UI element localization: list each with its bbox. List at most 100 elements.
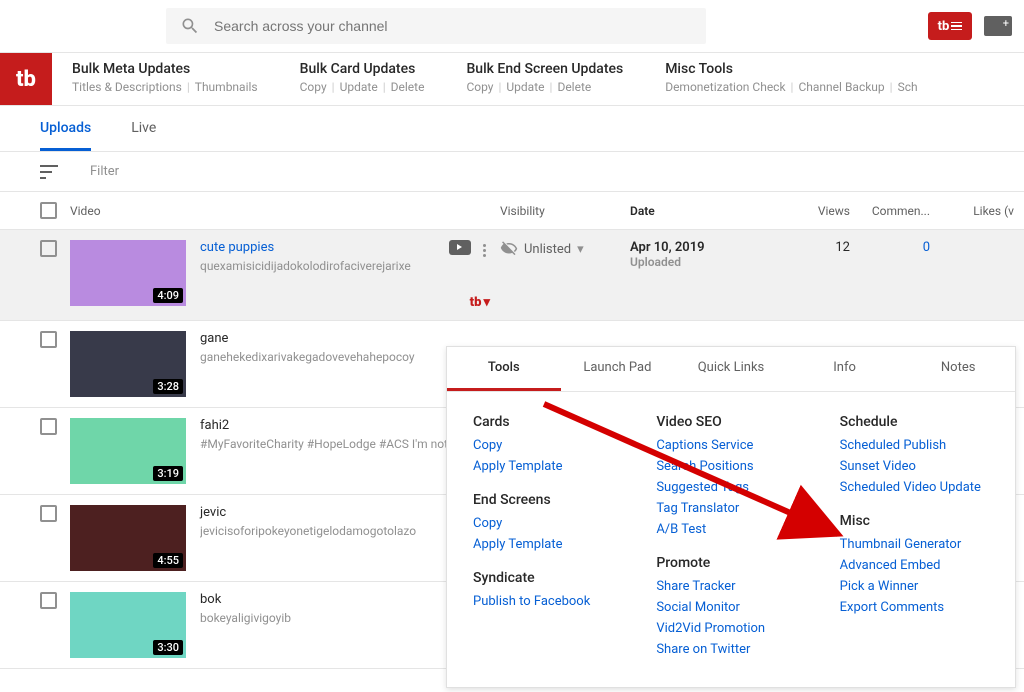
search-icon bbox=[180, 16, 200, 36]
link-share-twitter[interactable]: Share on Twitter bbox=[656, 642, 805, 657]
video-duration: 3:19 bbox=[153, 466, 183, 481]
video-thumbnail[interactable]: 3:28 bbox=[70, 331, 186, 397]
panel-heading-syndicate: Syndicate bbox=[473, 570, 622, 586]
filter-label: Filter bbox=[90, 164, 119, 179]
video-description: ganehekedixarivakegadovevehahepocoy bbox=[200, 350, 470, 364]
video-description: quexamisicidijadokolodirofaciverejarixe bbox=[200, 259, 449, 273]
panel-heading-schedule: Schedule bbox=[840, 414, 989, 430]
panel-heading-videoseo: Video SEO bbox=[656, 414, 805, 430]
toolbar-item[interactable]: Thumbnails bbox=[195, 80, 258, 94]
video-description: #MyFavoriteCharity #HopeLodge #ACS I'm n… bbox=[200, 437, 470, 451]
video-duration: 3:30 bbox=[153, 640, 183, 655]
row-checkbox[interactable] bbox=[40, 240, 57, 257]
link-vid2vid-promotion[interactable]: Vid2Vid Promotion bbox=[656, 621, 805, 636]
toolbar-group-title: Bulk End Screen Updates bbox=[466, 61, 623, 77]
row-checkbox[interactable] bbox=[40, 418, 57, 435]
table-row[interactable]: 4:09 cute puppies quexamisicidijadokolodir… bbox=[0, 230, 1024, 321]
views-value: 12 bbox=[780, 240, 850, 255]
video-duration: 3:28 bbox=[153, 379, 183, 394]
toolbar-item[interactable]: Channel Backup bbox=[798, 80, 884, 94]
video-duration: 4:09 bbox=[153, 288, 183, 303]
search-input[interactable] bbox=[214, 18, 692, 34]
col-comments: Commen... bbox=[850, 204, 930, 218]
select-all-checkbox[interactable] bbox=[40, 202, 57, 219]
toolbar-group: Bulk End Screen UpdatesCopy|Update|Delet… bbox=[466, 61, 623, 97]
link-publish-facebook[interactable]: Publish to Facebook bbox=[473, 594, 622, 609]
link-cards-copy[interactable]: Copy bbox=[473, 438, 622, 453]
search-box[interactable] bbox=[166, 8, 706, 44]
panel-tab-info[interactable]: Info bbox=[788, 347, 902, 391]
toolbar-item[interactable]: Copy bbox=[466, 80, 493, 94]
filter-icon[interactable] bbox=[40, 165, 60, 179]
date-value: Apr 10, 2019 bbox=[630, 240, 780, 255]
panel-tab-launchpad[interactable]: Launch Pad bbox=[561, 347, 675, 391]
video-duration: 4:55 bbox=[153, 553, 183, 568]
link-social-monitor[interactable]: Social Monitor bbox=[656, 600, 805, 615]
panel-tab-tools[interactable]: Tools bbox=[447, 347, 561, 391]
panel-heading-promote: Promote bbox=[656, 555, 805, 571]
link-export-comments[interactable]: Export Comments bbox=[840, 600, 989, 615]
toolbar-item[interactable]: Update bbox=[506, 80, 544, 94]
link-scheduled-video-update[interactable]: Scheduled Video Update bbox=[840, 480, 989, 495]
link-cards-apply-template[interactable]: Apply Template bbox=[473, 459, 622, 474]
hamburger-icon bbox=[951, 22, 962, 31]
link-sunset-video[interactable]: Sunset Video bbox=[840, 459, 989, 474]
col-likes: Likes (v bbox=[930, 204, 1024, 218]
video-title[interactable]: gane bbox=[200, 331, 500, 346]
tools-panel: Tools Launch Pad Quick Links Info Notes … bbox=[446, 346, 1016, 688]
comments-value[interactable]: 0 bbox=[850, 240, 930, 255]
toolbar-group-title: Misc Tools bbox=[665, 61, 917, 77]
col-views: Views bbox=[780, 204, 850, 218]
toolbar-item[interactable]: Sch bbox=[898, 80, 918, 94]
link-tag-translator[interactable]: Tag Translator bbox=[656, 501, 805, 516]
link-pick-winner[interactable]: Pick a Winner bbox=[840, 579, 989, 594]
link-share-tracker[interactable]: Share Tracker bbox=[656, 579, 805, 594]
video-thumbnail[interactable]: 4:55 bbox=[70, 505, 186, 571]
youtube-icon[interactable] bbox=[449, 240, 471, 255]
video-description: bokeyaligivigoyib bbox=[200, 611, 470, 625]
toolbar-item[interactable]: Copy bbox=[300, 80, 327, 94]
toolbar-item[interactable]: Titles & Descriptions bbox=[72, 80, 182, 94]
video-title[interactable]: cute puppies bbox=[200, 240, 449, 255]
panel-tab-quicklinks[interactable]: Quick Links bbox=[674, 347, 788, 391]
date-sub: Uploaded bbox=[630, 255, 780, 269]
tab-uploads[interactable]: Uploads bbox=[40, 120, 91, 151]
col-date[interactable]: Date bbox=[630, 204, 780, 218]
link-captions-service[interactable]: Captions Service bbox=[656, 438, 805, 453]
toolbar-item[interactable]: Demonetization Check bbox=[665, 80, 785, 94]
toolbar-group-items: Demonetization Check|Channel Backup|Sch bbox=[665, 80, 917, 94]
panel-tab-notes[interactable]: Notes bbox=[901, 347, 1015, 391]
link-search-positions[interactable]: Search Positions bbox=[656, 459, 805, 474]
visibility-cell[interactable]: Unlisted▾ bbox=[500, 240, 630, 258]
tubebuddy-expand-toggle[interactable]: tb▾ bbox=[470, 295, 490, 310]
link-thumbnail-generator[interactable]: Thumbnail Generator bbox=[840, 537, 989, 552]
link-advanced-embed[interactable]: Advanced Embed bbox=[840, 558, 989, 573]
toolbar-group: Bulk Card Updates Copy|Update|Delete bbox=[300, 61, 425, 97]
link-suggested-tags[interactable]: Suggested Tags bbox=[656, 480, 805, 495]
col-video: Video bbox=[70, 204, 500, 218]
tubebuddy-menu-button[interactable]: tb bbox=[928, 12, 972, 40]
toolbar-group-title: Bulk Meta Updates bbox=[72, 61, 258, 77]
toolbar-item[interactable]: Delete bbox=[557, 80, 591, 94]
tab-live[interactable]: Live bbox=[131, 120, 156, 151]
video-thumbnail[interactable]: 3:30 bbox=[70, 592, 186, 658]
toolbar-group: Bulk Meta Updates Titles & Descriptions|T… bbox=[72, 61, 258, 97]
link-endscreens-copy[interactable]: Copy bbox=[473, 516, 622, 531]
video-thumbnail[interactable]: 4:09 bbox=[70, 240, 186, 306]
kebab-menu-icon[interactable] bbox=[479, 240, 490, 261]
toolbar-item[interactable]: Update bbox=[340, 80, 378, 94]
toolbar-item[interactable]: Delete bbox=[391, 80, 425, 94]
link-endscreens-apply-template[interactable]: Apply Template bbox=[473, 537, 622, 552]
row-checkbox[interactable] bbox=[40, 592, 57, 609]
video-thumbnail[interactable]: 3:19 bbox=[70, 418, 186, 484]
link-ab-test[interactable]: A/B Test bbox=[656, 522, 805, 537]
create-video-icon[interactable] bbox=[984, 16, 1012, 36]
row-checkbox[interactable] bbox=[40, 331, 57, 348]
row-checkbox[interactable] bbox=[40, 505, 57, 522]
toolbar-group-title: Bulk Card Updates bbox=[300, 61, 425, 77]
toolbar-group-items: Titles & Descriptions|Thumbnails bbox=[72, 80, 258, 94]
panel-heading-misc: Misc bbox=[840, 513, 989, 529]
panel-heading-cards: Cards bbox=[473, 414, 622, 430]
link-scheduled-publish[interactable]: Scheduled Publish bbox=[840, 438, 989, 453]
toolbar-group-items: Copy|Update|Delete bbox=[300, 80, 425, 94]
